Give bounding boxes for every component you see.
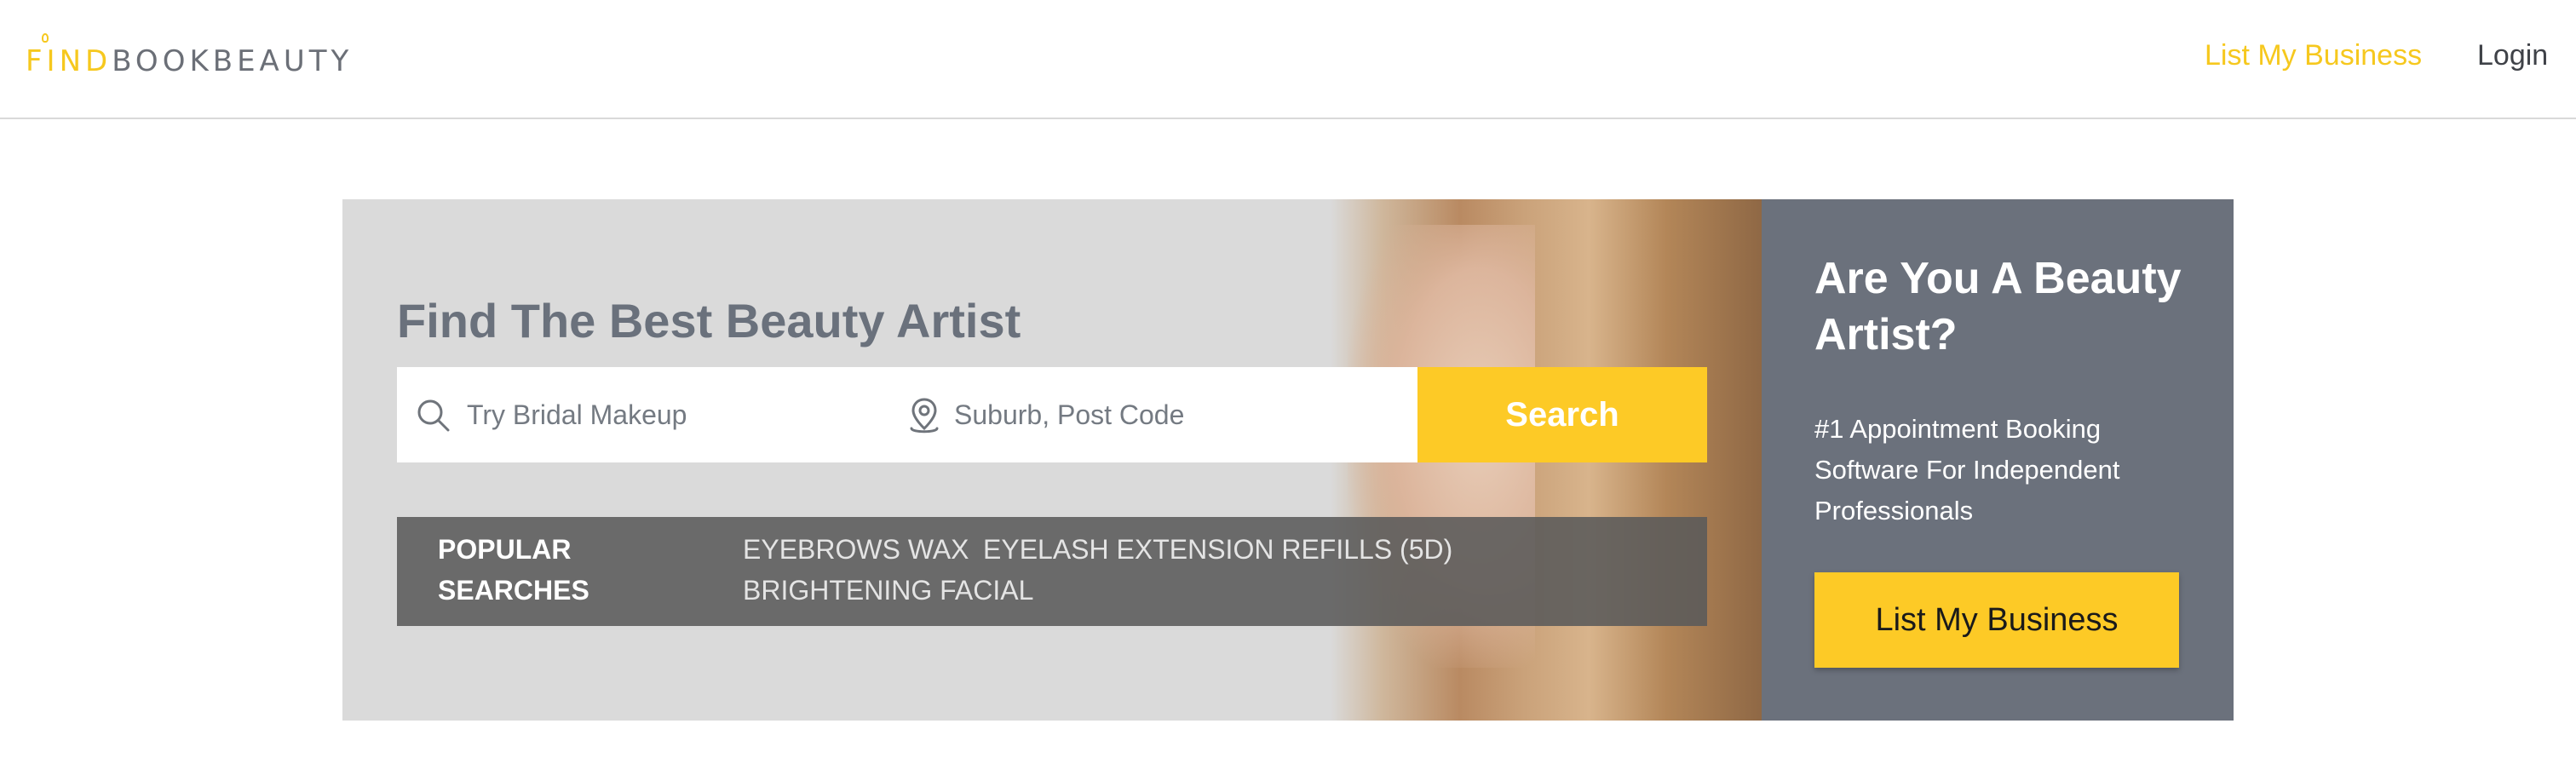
popular-searches: POPULAR SEARCHES EYEBROWS WAX EYELASH EX…	[397, 517, 1707, 626]
location-pin-icon	[910, 398, 939, 434]
nav-login-link[interactable]: Login	[2477, 39, 2548, 72]
location-input[interactable]: Suburb, Post Code	[954, 399, 1184, 431]
site-header: FIND BOOKBEAUTY List My Business Login	[0, 0, 2576, 119]
keyword-input[interactable]: Try Bridal Makeup	[467, 399, 687, 431]
hero-banner: Find The Best Beauty Artist Try Bridal M…	[342, 199, 1762, 721]
popular-searches-label: POPULAR SEARCHES	[438, 534, 589, 606]
popular-tag-eyelash-extension[interactable]: EYELASH EXTENSION REFILLS (5D)	[983, 529, 1452, 570]
logo-find: FIND	[26, 33, 112, 78]
logo-find-text: FIND	[26, 44, 112, 78]
nav-list-business-link[interactable]: List My Business	[2205, 39, 2422, 72]
location-field[interactable]: Suburb, Post Code	[906, 367, 1417, 462]
popular-tag-eyebrows-wax[interactable]: EYEBROWS WAX	[743, 529, 969, 570]
popular-tag-brightening-facial[interactable]: BRIGHTENING FACIAL	[743, 570, 1033, 611]
logo-rest-text: BOOKBEAUTY	[112, 44, 354, 78]
search-icon	[417, 399, 450, 432]
promo-title: Are You A Beauty Artist?	[1814, 254, 2182, 359]
lightbulb-icon	[42, 33, 49, 43]
promo-text: #1 Appointment Booking Software For Inde…	[1814, 414, 2120, 525]
promo-panel: Are You A Beauty Artist? #1 Appointment …	[1762, 199, 2234, 721]
list-business-button[interactable]: List My Business	[1814, 572, 2179, 668]
hero-title: Find The Best Beauty Artist	[397, 294, 1021, 347]
search-button[interactable]: Search	[1417, 367, 1707, 462]
keyword-field[interactable]: Try Bridal Makeup	[397, 367, 906, 462]
logo[interactable]: FIND BOOKBEAUTY	[26, 33, 354, 78]
search-bar: Try Bridal Makeup Suburb, Post Code Sear…	[397, 367, 1707, 462]
